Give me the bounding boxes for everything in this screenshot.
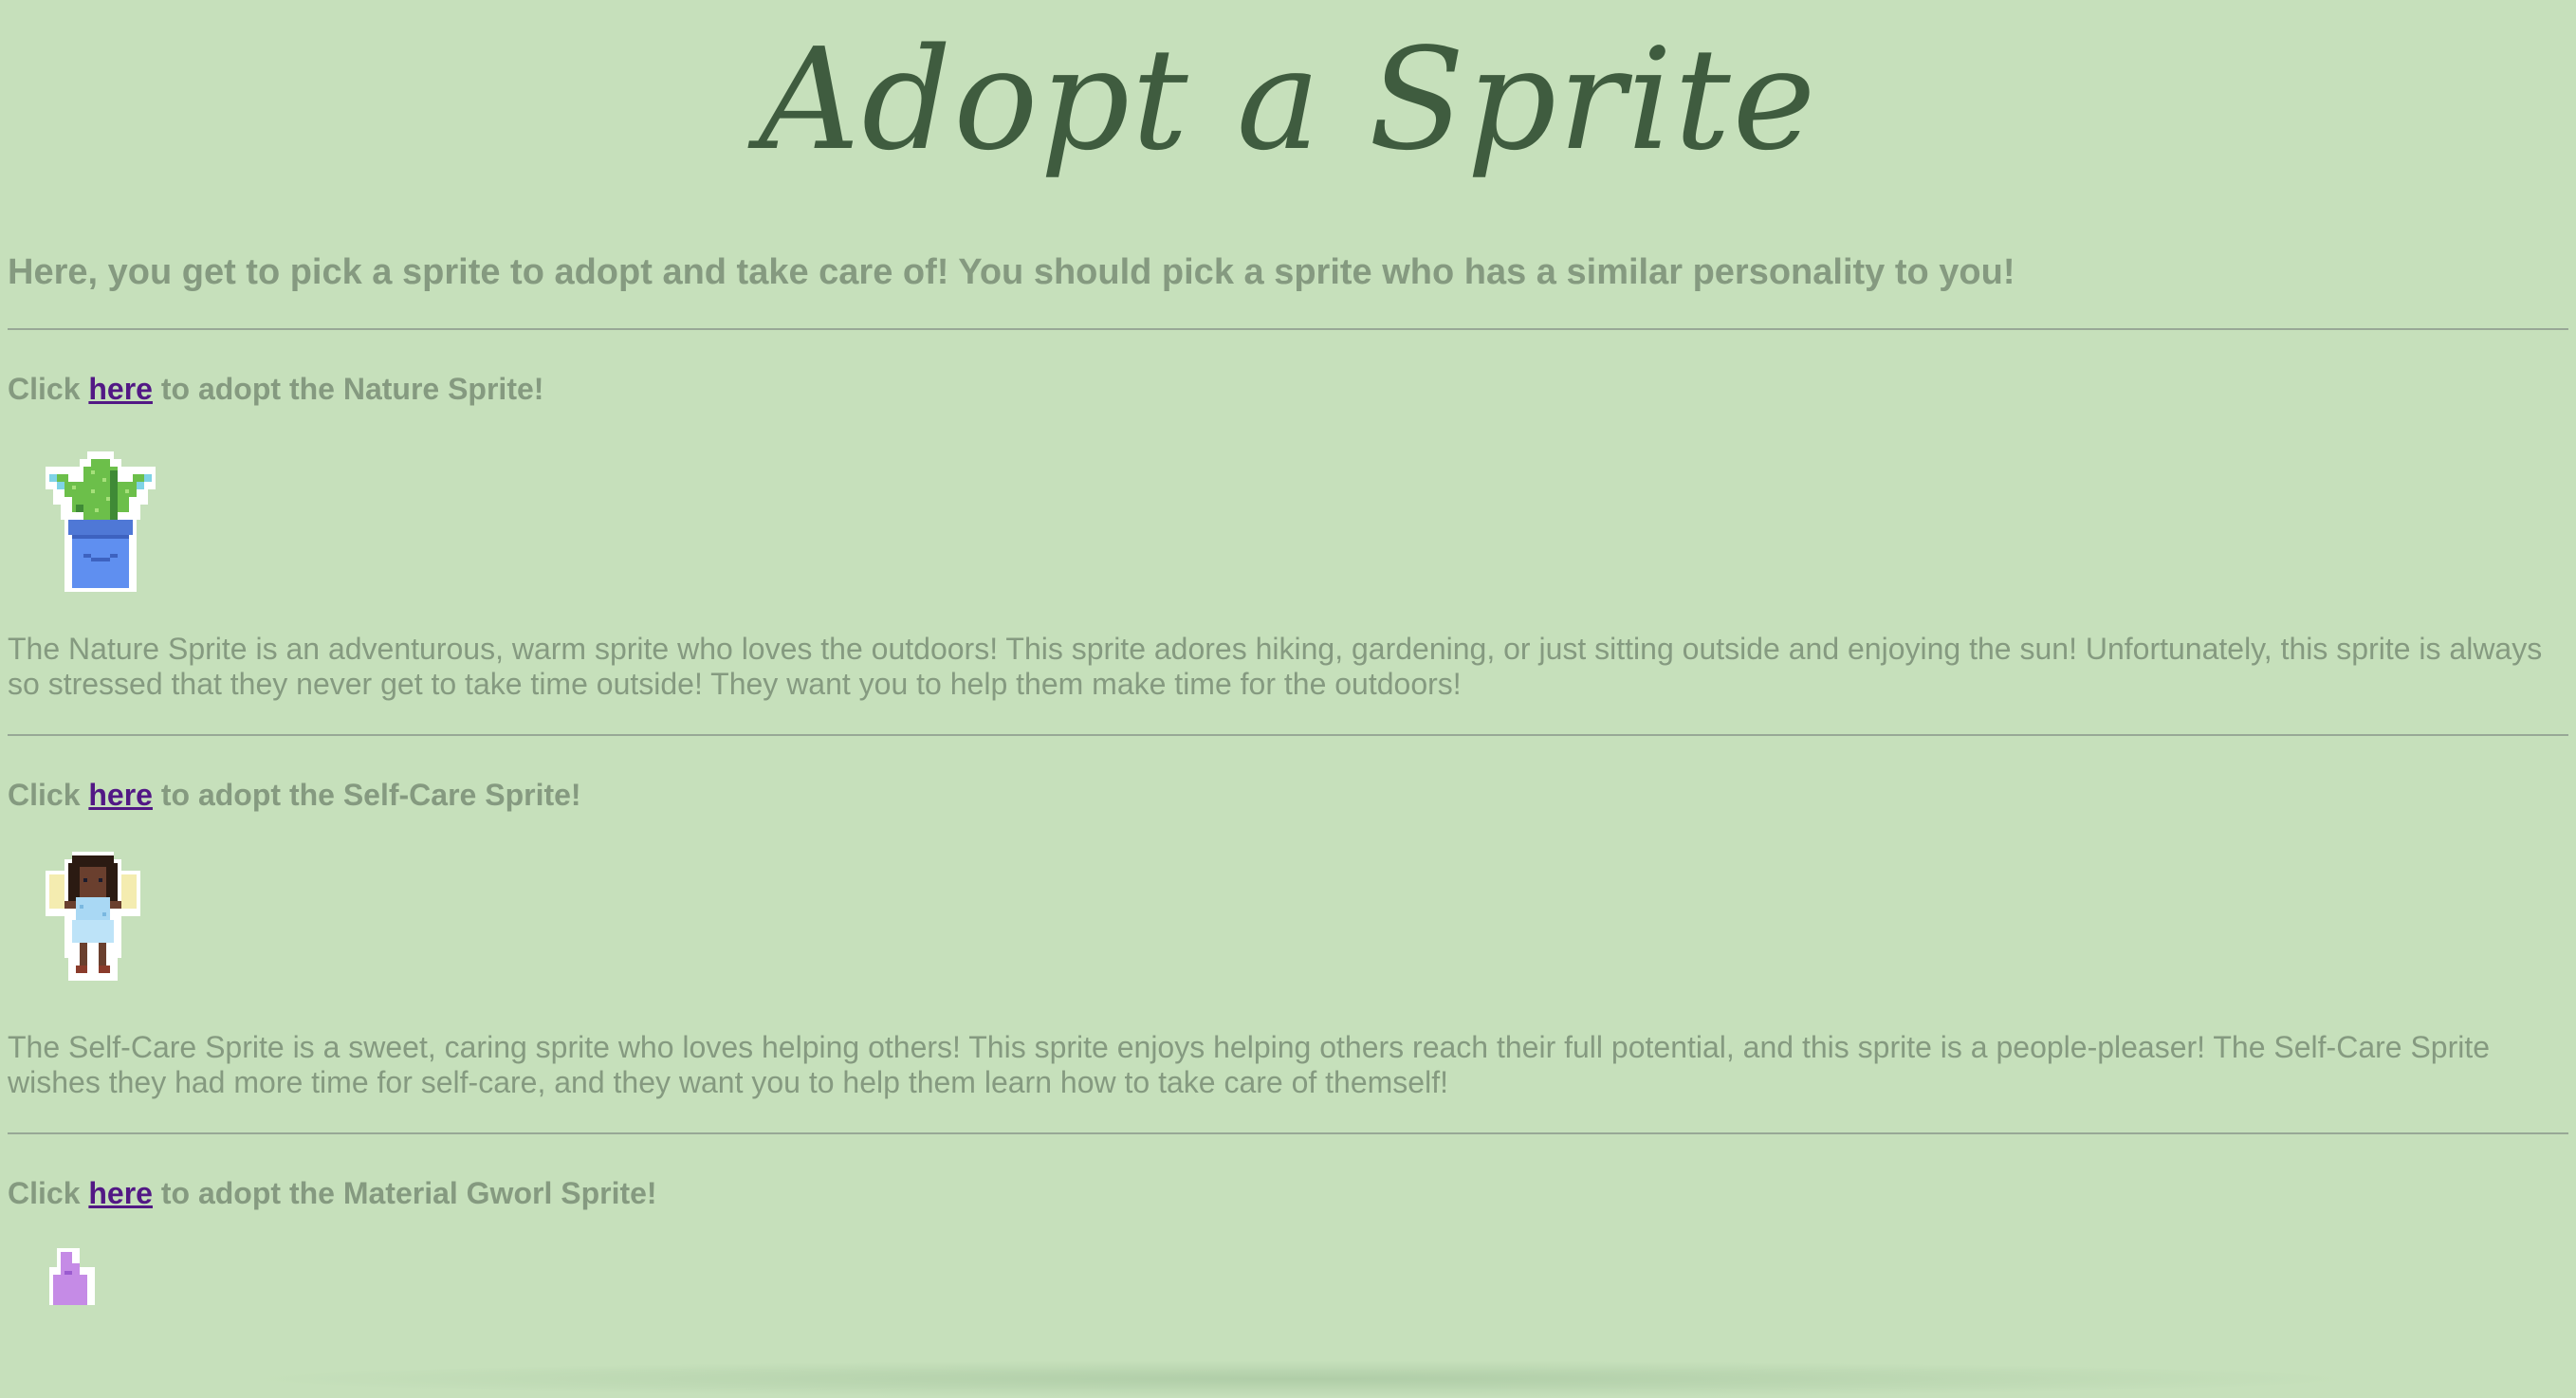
sprite-description-nature: The Nature Sprite is an adventurous, war… bbox=[8, 632, 2543, 701]
adopt-line-nature: Click here to adopt the Nature Sprite! bbox=[8, 372, 544, 406]
adopt-line-material-gworl: Click here to adopt the Material Gworl S… bbox=[8, 1176, 657, 1210]
sprite-section-nature: Click here to adopt the Nature Sprite! T… bbox=[8, 370, 2568, 736]
material-gworl-sprite-icon bbox=[49, 1248, 95, 1305]
bottom-shadow bbox=[237, 1360, 2367, 1398]
divider bbox=[8, 1132, 2568, 1134]
sprite-section-self-care: Click here to adopt the Self-Care Sprite… bbox=[8, 776, 2568, 1134]
divider bbox=[8, 328, 2568, 330]
intro-text: Here, you get to pick a sprite to adopt … bbox=[8, 252, 2015, 292]
adopt-link-self-care[interactable]: here bbox=[88, 778, 153, 812]
sprite-section-material-gworl: Click here to adopt the Material Gworl S… bbox=[8, 1174, 2568, 1305]
fairy-sprite-icon bbox=[46, 852, 140, 981]
adopt-link-material-gworl[interactable]: here bbox=[88, 1176, 153, 1210]
page-title: Adopt a Sprite bbox=[758, 18, 1818, 181]
divider bbox=[8, 734, 2568, 736]
cactus-sprite-icon bbox=[46, 451, 156, 592]
sprite-description-self-care: The Self-Care Sprite is a sweet, caring … bbox=[8, 1030, 2491, 1099]
page: Adopt a Sprite Here, you get to pick a s… bbox=[0, 0, 2576, 1305]
adopt-line-self-care: Click here to adopt the Self-Care Sprite… bbox=[8, 778, 581, 812]
adopt-link-nature[interactable]: here bbox=[88, 372, 153, 406]
